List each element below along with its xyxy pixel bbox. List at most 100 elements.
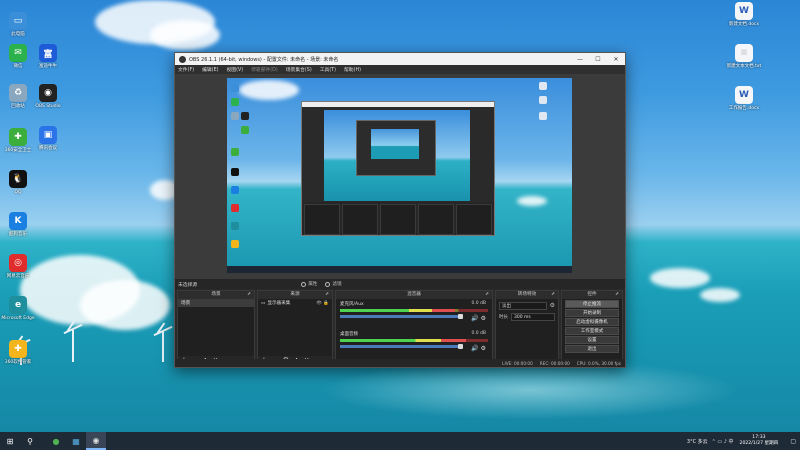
preview-icon — [231, 148, 239, 156]
obs-docks: 未选择源 属性 滤镜 场景 ⬈ 场景 +−∧∨ — [175, 279, 625, 367]
maximize-button[interactable]: ☐ — [589, 56, 607, 63]
preview-icon — [231, 168, 239, 176]
menu-item[interactable]: 停靠部件(D) — [251, 66, 278, 73]
slider-knob[interactable] — [458, 314, 463, 319]
mixer-channel: 桌面音频 0.0 dB 🔊 ⚙ — [336, 329, 492, 359]
scene-item[interactable]: 场景 — [178, 299, 254, 307]
controls-panel: 控件 ⬈ 停止推流 开始录制 启动虚拟摄像机 工作室模式 设置 退出 — [561, 290, 623, 366]
cloud — [80, 280, 170, 330]
visibility-lock-icons[interactable]: 👁 🔒 — [316, 301, 329, 306]
volume-meter — [340, 309, 488, 312]
popout-icon[interactable]: ⬈ — [247, 291, 251, 299]
control-button[interactable]: 启动虚拟摄像机 — [565, 318, 619, 326]
system-tray: 3°C 多云 ⌃ ▭ ♪ 中 17:33 2022/1/27 星期四 ▢ — [683, 435, 800, 447]
speaker-gear-icons[interactable]: 🔊 ⚙ — [471, 315, 486, 322]
desktop-icon-label: 酷狗音乐 — [9, 232, 27, 237]
desktop-icon[interactable]: ▣ 腾讯会议 — [30, 126, 66, 152]
filters-button[interactable]: 滤镜 — [325, 281, 342, 287]
properties-label: 属性 — [308, 282, 318, 287]
desktop-icon-label: 新建文本文档.txt — [726, 64, 762, 69]
source-item[interactable]: ▭ 显示器采集 👁 🔒 — [258, 299, 332, 307]
popout-icon[interactable]: ⬈ — [325, 291, 329, 299]
desktop-icon[interactable]: ✚ 360软件管家 — [0, 340, 36, 366]
desktop-icon[interactable]: 🐧 QQ — [0, 170, 36, 196]
volume-level — [340, 309, 456, 312]
clock-date: 2022/1/27 星期四 — [739, 441, 779, 446]
slider-knob[interactable] — [458, 344, 463, 349]
duration-label: 时长 — [499, 314, 508, 320]
speaker-gear-icons[interactable]: 🔊 ⚙ — [471, 345, 486, 352]
properties-button[interactable]: 属性 — [301, 281, 317, 287]
popout-icon[interactable]: ⬈ — [551, 291, 555, 299]
menu-item[interactable]: 帮助(H) — [344, 66, 361, 73]
cloud — [517, 196, 547, 206]
taskbar-app[interactable]: ▦ — [66, 432, 86, 450]
close-button[interactable]: ✕ — [607, 56, 625, 63]
desktop-icon-label: 腾讯会议 — [39, 146, 57, 151]
cpu-fps-indicator: CPU: 0.0%, 30.00 fps — [576, 360, 621, 366]
start-button[interactable]: ⊞ — [0, 432, 20, 450]
preview-icon — [241, 112, 249, 120]
channel-db: 0.0 dB — [471, 331, 486, 336]
menu-item[interactable]: 编辑(E) — [202, 66, 218, 73]
monitor-icon: ▭ — [261, 300, 266, 306]
app-icon: ✉ — [9, 44, 27, 62]
desktop-icon[interactable]: ▭ 此电脑 — [0, 12, 36, 38]
preview-icon — [539, 82, 547, 90]
source-toolbar: 未选择源 属性 滤镜 — [175, 279, 625, 289]
wind-turbine — [72, 330, 74, 362]
volume-slider[interactable] — [340, 314, 463, 319]
transition-select[interactable]: 淡出 — [499, 301, 547, 310]
app-icon: 富 — [39, 44, 57, 62]
tray-icons[interactable]: ⌃ ▭ ♪ 中 — [712, 438, 734, 445]
preview-icon — [539, 96, 547, 104]
volume-level — [340, 339, 466, 342]
control-button[interactable]: 开始录制 — [565, 309, 619, 317]
status-bar: LIVE: 00:00:00 REC: 00:00:00 CPU: 0.0%, … — [175, 359, 625, 367]
cloud — [239, 80, 299, 100]
desktop-icon[interactable]: ◎ 网易云音乐 — [0, 254, 36, 280]
desktop-icon[interactable]: ≡ 新建文本文档.txt — [726, 44, 762, 70]
menu-item[interactable]: 文件(F) — [178, 66, 194, 73]
transitions-title: 转场特效 — [517, 292, 537, 297]
menu-item[interactable]: 工具(T) — [320, 66, 336, 73]
desktop-icon[interactable]: W 工作报告.docx — [726, 86, 762, 112]
control-button[interactable]: 设置 — [565, 336, 619, 344]
preview-icon — [231, 98, 239, 106]
volume-meter — [340, 339, 488, 342]
file-icon: W — [735, 2, 753, 20]
menu-item[interactable]: 视图(V) — [226, 66, 243, 73]
minimize-button[interactable]: — — [571, 56, 589, 63]
sea-glow — [320, 360, 740, 420]
desktop-icon[interactable]: W 新建文档.docx — [726, 2, 762, 28]
gear-icon[interactable]: ⚙ — [550, 302, 555, 309]
desktop-icon[interactable]: K 酷狗音乐 — [0, 212, 36, 238]
desktop-icon-label: 工作报告.docx — [728, 106, 760, 111]
obs-window[interactable]: OBS 26.1.1 (64-bit, windows) - 配置文件: 未命名… — [174, 52, 626, 368]
filters-label: 滤镜 — [332, 282, 342, 287]
control-button[interactable]: 工作室模式 — [565, 327, 619, 335]
cloud — [150, 20, 220, 50]
desktop-icon[interactable]: e Microsoft Edge — [0, 296, 36, 322]
desktop-icon-label: 360软件管家 — [4, 360, 32, 365]
desktop-icon[interactable]: ◉ OBS Studio — [30, 84, 66, 110]
search-icon[interactable]: ⚲ — [20, 432, 40, 450]
popout-icon[interactable]: ⬈ — [485, 291, 489, 299]
clock[interactable]: 17:33 2022/1/27 星期四 — [740, 435, 779, 447]
notification-icon[interactable]: ▢ — [790, 438, 796, 445]
source-name: 显示器采集 — [267, 301, 291, 306]
control-button[interactable]: 退出 — [565, 345, 619, 353]
control-button[interactable]: 停止推流 — [565, 300, 619, 308]
menu-bar: 文件(F) 编辑(E) 视图(V) 停靠部件(D) 场景集合(S) 工具(T) 帮助(H) — [175, 65, 625, 74]
obs-titlebar[interactable]: OBS 26.1.1 (64-bit, windows) - 配置文件: 未命名… — [175, 53, 625, 65]
taskbar-app[interactable]: ◉ — [86, 432, 106, 450]
volume-slider[interactable] — [340, 344, 463, 349]
popout-icon[interactable]: ⬈ — [615, 291, 619, 299]
desktop-icon-label: 新建文档.docx — [728, 22, 760, 27]
menu-item[interactable]: 场景集合(S) — [286, 66, 312, 73]
preview-canvas[interactable] — [227, 78, 572, 273]
taskbar-app[interactable]: ● — [46, 432, 66, 450]
desktop-icon[interactable]: 富富途牛牛 — [30, 44, 66, 70]
weather-widget[interactable]: 3°C 多云 — [687, 438, 708, 445]
duration-input[interactable]: 300 ms — [511, 312, 555, 321]
